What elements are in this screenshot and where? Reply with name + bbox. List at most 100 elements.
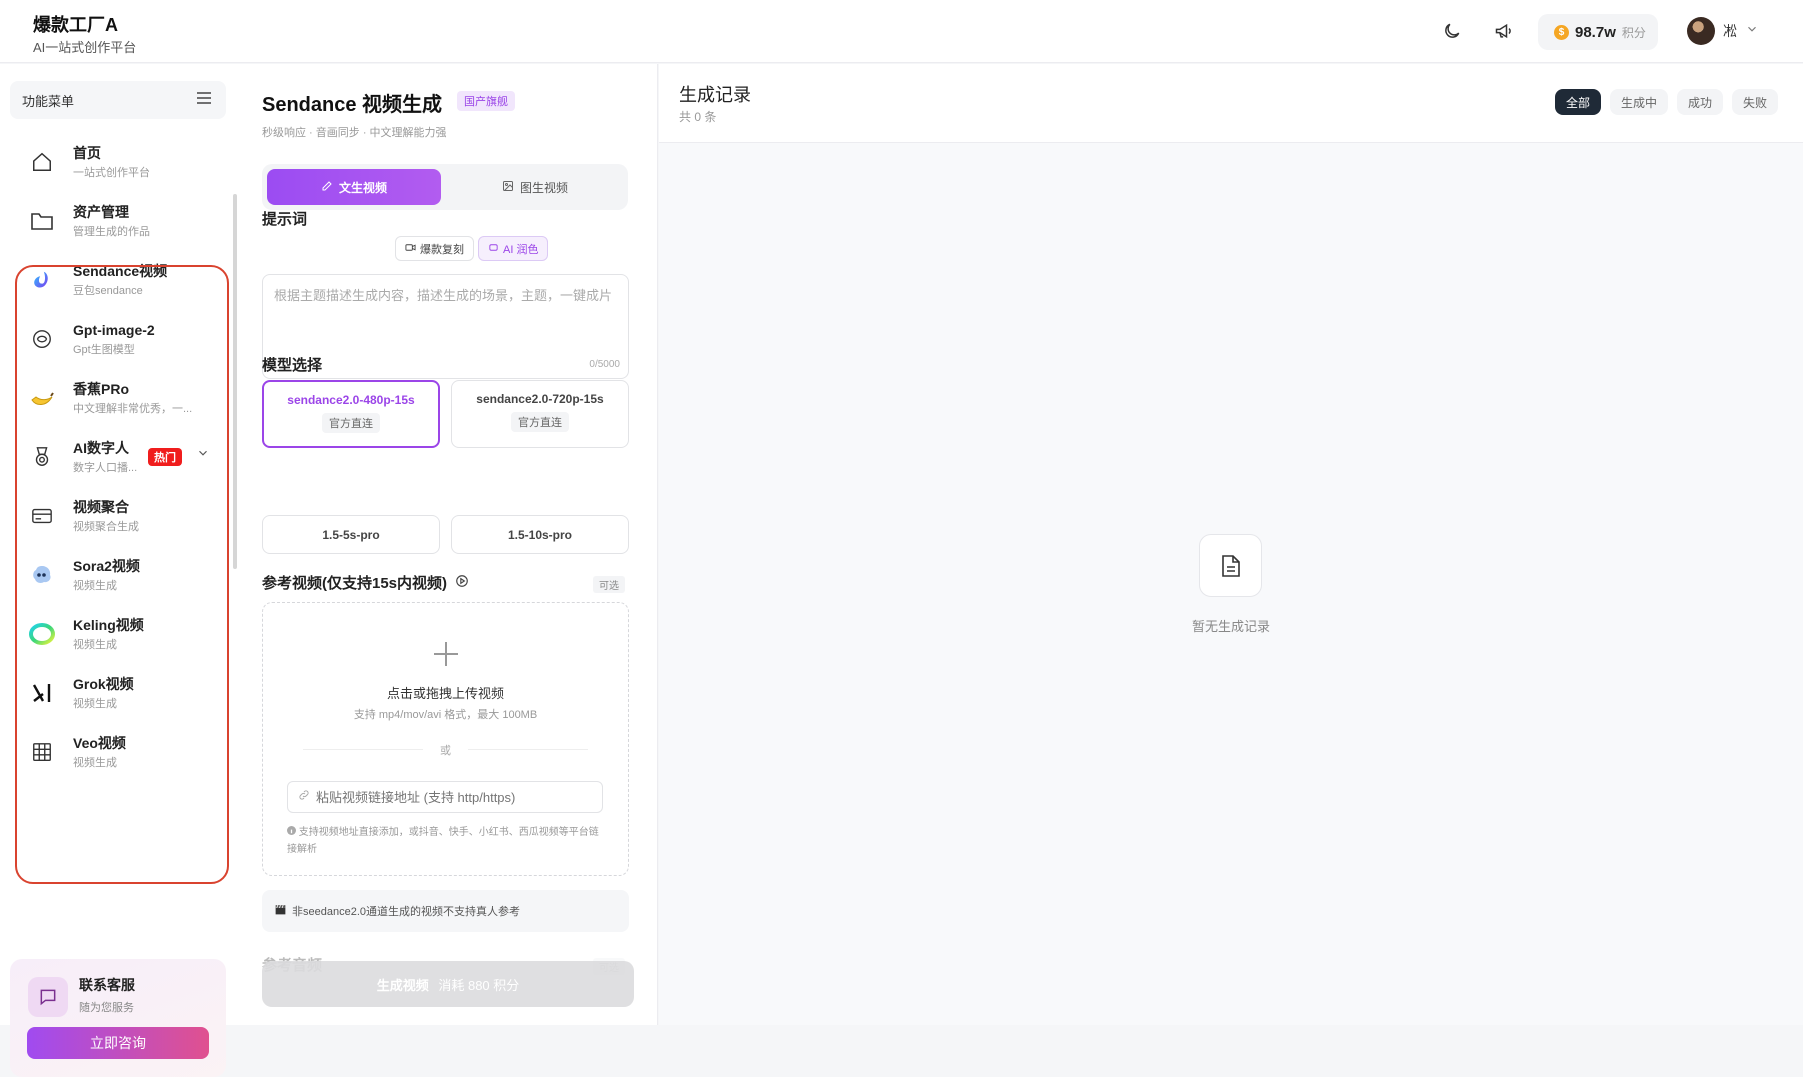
upload-note-text: 支持视频地址直接添加，或抖音、快手、小红书、西瓜视频等平台链接解析 bbox=[287, 827, 599, 855]
video-icon bbox=[405, 242, 416, 256]
ai-polish-button[interactable]: AI 润色 bbox=[478, 236, 549, 261]
sidebar-item-digital-human[interactable]: AI数字人 数字人口播... 热门 bbox=[18, 428, 224, 486]
records-count: 共 0 条 bbox=[679, 110, 717, 124]
contact-desc: 随为您服务 bbox=[79, 1002, 134, 1014]
sidebar-item-label: Keling视频 bbox=[73, 616, 144, 633]
chevron-down-icon[interactable] bbox=[196, 446, 210, 465]
tab-label: 图生视频 bbox=[519, 180, 568, 195]
model-tag: 官方直连 bbox=[322, 413, 380, 433]
model-option-480p[interactable]: sendance2.0-480p-15s 官方直连 bbox=[262, 380, 440, 448]
sidebar-item-sendance[interactable]: Sendance视频 豆包sendance bbox=[18, 251, 224, 309]
mode-tabs: 文生视频 图生视频 bbox=[262, 164, 628, 210]
generate-button[interactable]: 生成视频 消耗 880 积分 bbox=[262, 961, 634, 1007]
sidebar-item-veo[interactable]: Veo视频视频生成 bbox=[18, 723, 224, 781]
video-upload-area[interactable]: 点击或拖拽上传视频 支持 mp4/mov/avi 格式，最大 100MB 或 支… bbox=[262, 602, 629, 876]
moon-icon[interactable] bbox=[1441, 20, 1463, 42]
model-name: 1.5-10s-pro bbox=[507, 528, 573, 542]
sidebar-item-gpt-image[interactable]: Gpt-image-2 Gpt生图模型 bbox=[18, 310, 224, 368]
tab-image-to-video[interactable]: 图生视频 bbox=[447, 169, 623, 205]
prompt-placeholder: 根据主题描述生成内容，描述生成的场景，主题，一键成片 bbox=[274, 288, 613, 303]
sidebar-item-banana[interactable]: 香蕉PRo 中文理解非常优秀，一... bbox=[18, 369, 224, 427]
sidebar-item-desc: 视频聚合生成 bbox=[73, 520, 139, 533]
contact-title: 联系客服 bbox=[79, 977, 135, 993]
menu-title: 功能菜单 bbox=[22, 93, 75, 109]
generate-label: 生成视频 bbox=[376, 977, 429, 993]
model-option-5s-pro[interactable]: 1.5-5s-pro bbox=[262, 515, 440, 554]
model-option-10s-pro[interactable]: 1.5-10s-pro bbox=[451, 515, 629, 554]
sendance-logo-icon bbox=[21, 259, 63, 301]
sidebar: 功能菜单 首页一站式创作平台 资产管理 管理生成的作品 Sendance视频 豆包s… bbox=[0, 64, 238, 1077]
filter-generating[interactable]: 生成中 bbox=[1610, 89, 1669, 115]
sidebar-item-label: 首页 bbox=[73, 144, 101, 161]
sidebar-item-label: AI数字人 bbox=[73, 439, 129, 456]
user-name: 凇 bbox=[1723, 23, 1737, 39]
model-name: 1.5-5s-pro bbox=[322, 528, 380, 542]
upload-note: 支持视频地址直接添加，或抖音、快手、小红书、西瓜视频等平台链接解析 bbox=[287, 824, 603, 858]
tab-text-to-video[interactable]: 文生视频 bbox=[267, 169, 441, 205]
credits-unit: 积分 bbox=[1621, 25, 1646, 40]
viral-copy-button[interactable]: 爆款复刻 bbox=[395, 236, 474, 261]
sidebar-item-label: Veo视频 bbox=[73, 734, 126, 751]
sidebar-item-desc: 数字人口播... bbox=[73, 461, 138, 474]
sidebar-item-assets[interactable]: 资产管理 管理生成的作品 bbox=[18, 192, 224, 250]
sidebar-item-home[interactable]: 首页 一站式创作平台 bbox=[18, 133, 224, 191]
video-url-input[interactable] bbox=[316, 789, 586, 805]
grok-icon bbox=[21, 672, 63, 714]
sidebar-item-desc: 一站式创作平台 bbox=[73, 166, 150, 179]
char-counter: 0/5000 bbox=[589, 359, 620, 370]
record-filters: 全部 生成中 成功 失败 bbox=[1555, 89, 1779, 115]
sidebar-item-label: Grok视频 bbox=[73, 675, 134, 692]
tab-label: 文生视频 bbox=[338, 180, 387, 195]
records-title: 生成记录 bbox=[679, 85, 751, 105]
hamburger-icon[interactable] bbox=[196, 91, 212, 110]
user-menu[interactable]: 凇 bbox=[1687, 17, 1759, 45]
divider bbox=[468, 749, 588, 750]
menu-header: 功能菜单 bbox=[10, 81, 226, 119]
sidebar-item-label: Gpt-image-2 bbox=[73, 321, 155, 338]
page-title: Sendance 视频生成 bbox=[262, 94, 443, 116]
flagship-badge: 国产旗舰 bbox=[457, 91, 515, 111]
filter-failed[interactable]: 失败 bbox=[1732, 89, 1779, 115]
viral-copy-label: 爆款复刻 bbox=[420, 243, 464, 256]
model-name: sendance2.0-720p-15s bbox=[476, 392, 604, 406]
records-header: 生成记录 共 0 条 全部 生成中 成功 失败 bbox=[659, 64, 1803, 143]
sidebar-item-keling[interactable]: Keling视频视频生成 bbox=[18, 605, 224, 663]
sidebar-item-desc: 视频生成 bbox=[73, 638, 117, 651]
app-title[interactable]: 爆款工厂A bbox=[33, 11, 118, 37]
kling-icon bbox=[21, 613, 63, 655]
chat-icon bbox=[28, 977, 68, 1017]
sidebar-item-label: Sora2视频 bbox=[73, 557, 140, 574]
play-circle-icon[interactable] bbox=[455, 574, 469, 592]
folder-icon bbox=[21, 200, 63, 242]
video-url-input-wrap[interactable] bbox=[287, 781, 603, 813]
filter-success[interactable]: 成功 bbox=[1677, 89, 1724, 115]
ai-polish-label: AI 润色 bbox=[503, 243, 539, 256]
edit-icon bbox=[321, 180, 333, 195]
sidebar-item-label: 视频聚合 bbox=[73, 498, 129, 515]
reference-video-label: 参考视频(仅支持15s内视频) bbox=[262, 572, 469, 593]
contact-card: 联系客服 随为您服务 立即咨询 bbox=[10, 959, 226, 1077]
warning-notice: 非seedance2.0通道生成的视频不支持真人参考 bbox=[262, 890, 629, 932]
credits-value: 98.7w bbox=[1575, 23, 1616, 41]
coin-icon: $ bbox=[1554, 24, 1569, 40]
sidebar-scrollbar[interactable] bbox=[233, 194, 237, 569]
model-option-720p[interactable]: sendance2.0-720p-15s 官方直连 bbox=[451, 380, 629, 448]
consult-button[interactable]: 立即咨询 bbox=[27, 1027, 209, 1059]
sidebar-item-grok[interactable]: Grok视频 视频生成 bbox=[18, 664, 224, 722]
sidebar-item-desc: 视频生成 bbox=[73, 756, 117, 769]
plus-icon bbox=[432, 640, 460, 673]
credits-display[interactable]: $ 98.7w 积分 bbox=[1538, 14, 1658, 50]
generate-cost: 消耗 880 积分 bbox=[438, 977, 520, 993]
sidebar-item-desc: Gpt生图模型 bbox=[73, 343, 135, 356]
reference-video-text: 参考视频(仅支持15s内视频) bbox=[262, 575, 448, 592]
sidebar-item-sora[interactable]: Sora2视频 视频生成 bbox=[18, 546, 224, 604]
filter-all[interactable]: 全部 bbox=[1555, 89, 1602, 115]
sidebar-item-label: 资产管理 bbox=[73, 203, 129, 220]
generation-form: Sendance 视频生成 国产旗舰 秒级响应 · 音画同步 · 中文理解能力强… bbox=[238, 64, 658, 1025]
sora-icon bbox=[21, 554, 63, 596]
sidebar-item-desc: 豆包sendance bbox=[73, 284, 143, 297]
warning-text: 非seedance2.0通道生成的视频不支持真人参考 bbox=[292, 906, 520, 918]
upload-subtitle: 支持 mp4/mov/avi 格式，最大 100MB bbox=[353, 709, 538, 721]
megaphone-icon[interactable] bbox=[1493, 20, 1515, 42]
sidebar-item-video-aggregate[interactable]: 视频聚合视频聚合生成 bbox=[18, 487, 224, 545]
